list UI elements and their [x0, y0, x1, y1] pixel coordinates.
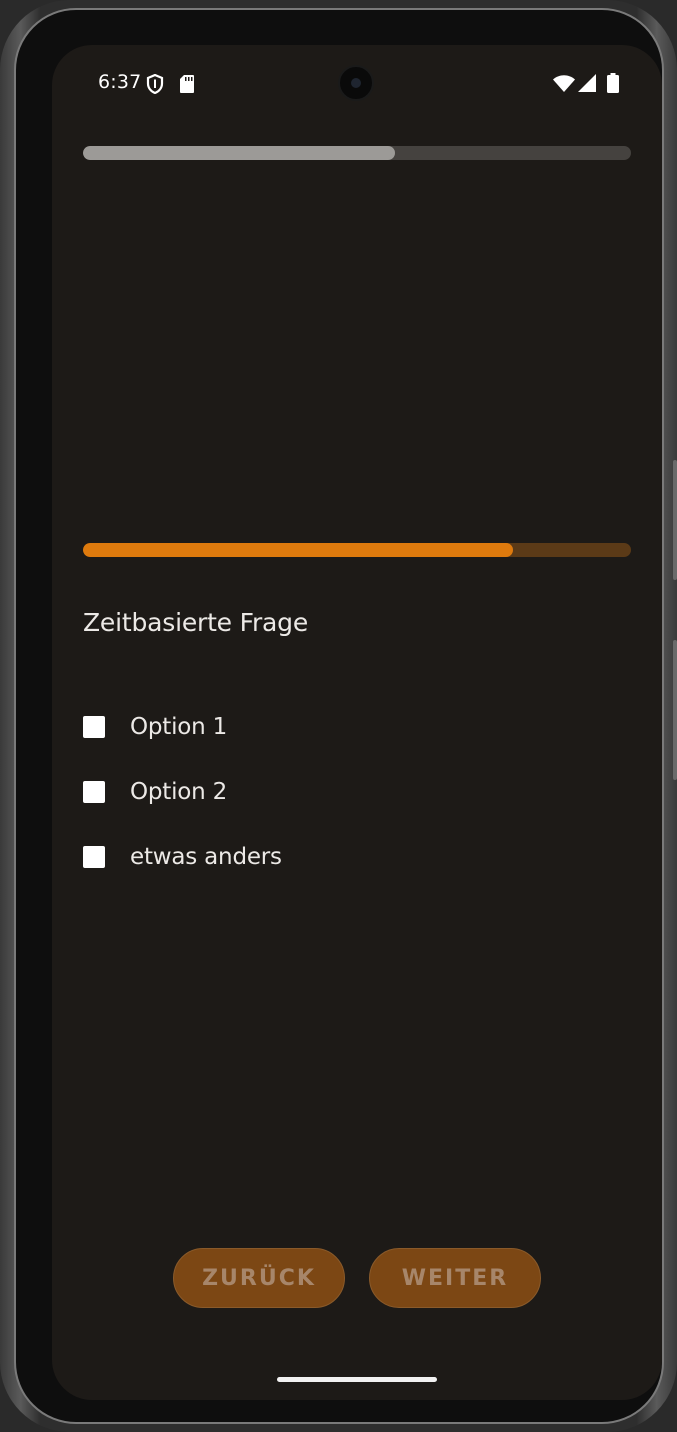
- survey-progress-bar: [83, 146, 631, 160]
- question-title: Zeitbasierte Frage: [83, 608, 309, 637]
- option-label[interactable]: Option 1: [130, 714, 227, 740]
- timer-progress-fill: [83, 543, 514, 557]
- wifi-icon: [553, 75, 575, 96]
- option-checkbox[interactable]: [83, 781, 105, 803]
- next-button[interactable]: WEITER: [369, 1248, 541, 1308]
- app-screen: 6:37 Zeitbasierte Frage Option 1 Option …: [52, 45, 662, 1400]
- battery-icon: [607, 73, 619, 97]
- volume-button: [673, 460, 677, 580]
- option-checkbox[interactable]: [83, 846, 105, 868]
- power-button: [673, 640, 677, 780]
- front-camera: [338, 65, 374, 101]
- timer-progress-bar: [83, 543, 631, 557]
- status-time: 6:37: [98, 71, 142, 93]
- option-label[interactable]: etwas anders: [130, 844, 282, 870]
- signal-icon: [578, 74, 596, 96]
- option-label[interactable]: Option 2: [130, 779, 227, 805]
- option-row[interactable]: Option 2: [83, 772, 227, 812]
- option-checkbox[interactable]: [83, 716, 105, 738]
- survey-progress-fill: [83, 146, 396, 160]
- phone-bezel: 6:37 Zeitbasierte Frage Option 1 Option …: [14, 8, 664, 1424]
- option-row[interactable]: etwas anders: [83, 837, 282, 877]
- shield-icon: [146, 73, 164, 98]
- back-button[interactable]: ZURÜCK: [173, 1248, 345, 1308]
- sd-card-icon: [180, 75, 194, 97]
- home-indicator[interactable]: [277, 1377, 437, 1382]
- status-bar: 6:37: [52, 45, 662, 115]
- option-row[interactable]: Option 1: [83, 707, 227, 747]
- phone-frame: 6:37 Zeitbasierte Frage Option 1 Option …: [0, 0, 677, 1432]
